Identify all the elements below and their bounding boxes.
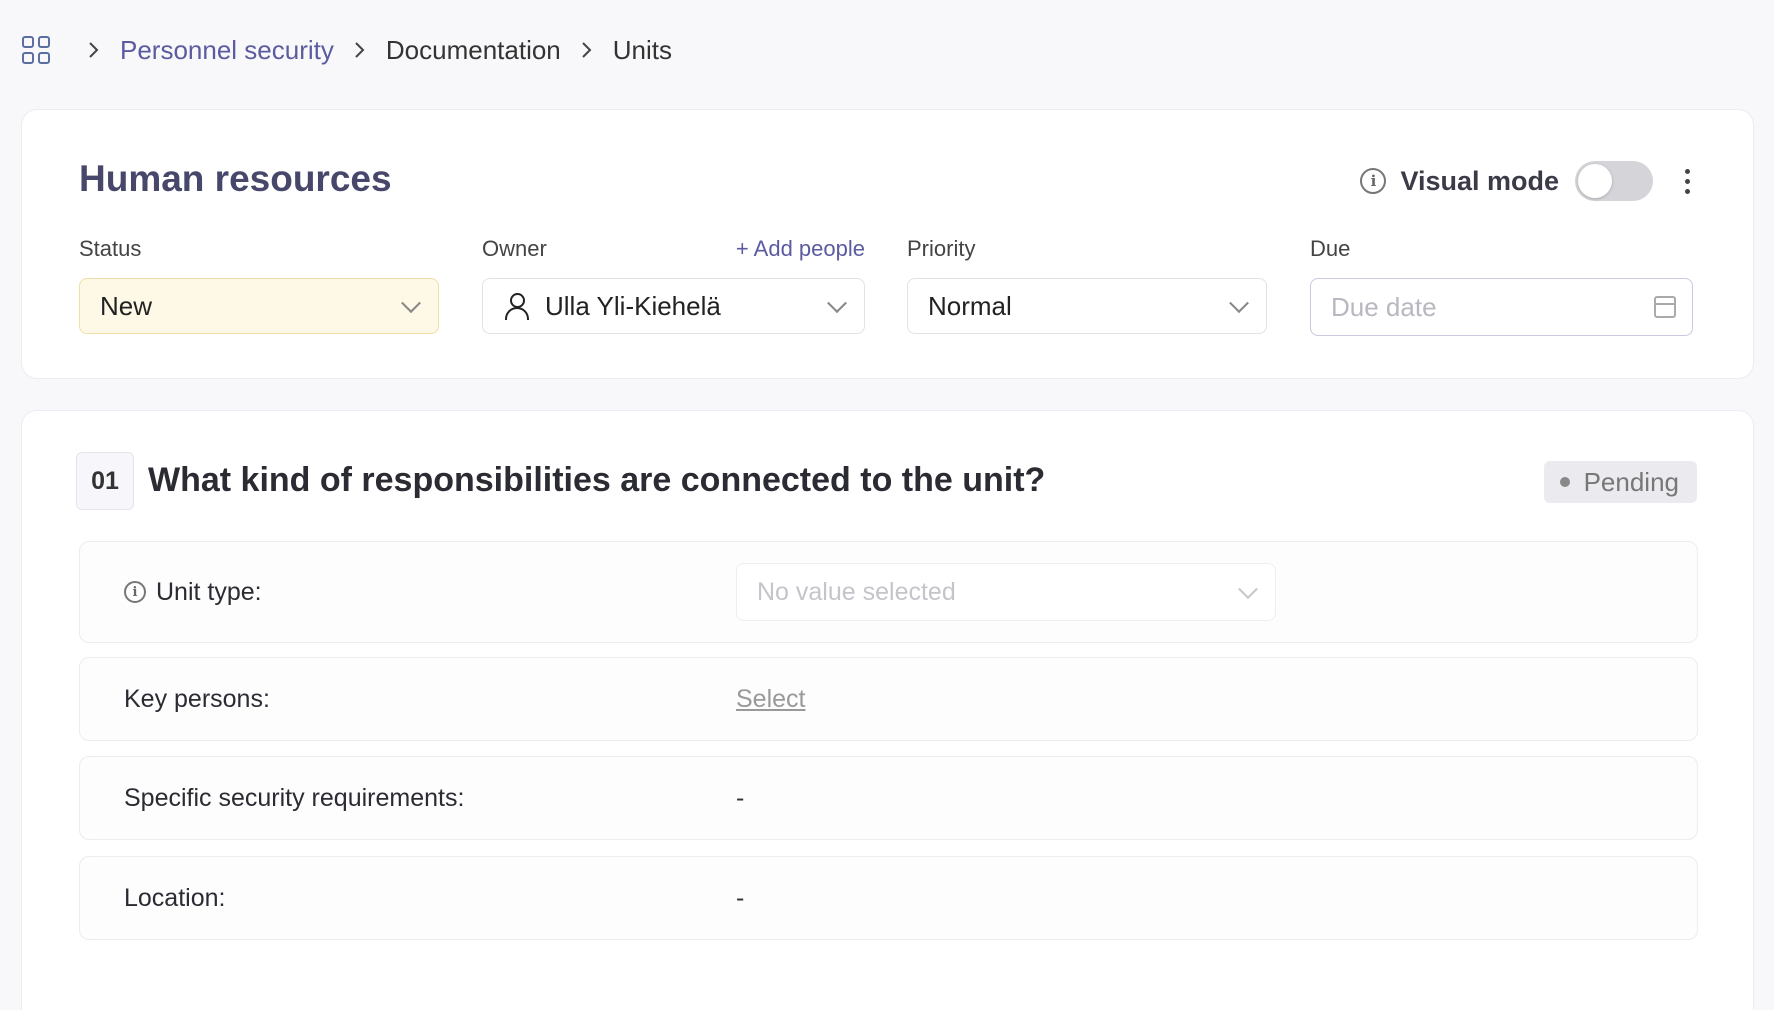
- answer-row-security-requirements: Specific security requirements: -: [79, 756, 1698, 840]
- page-title: Human resources: [79, 158, 392, 199]
- question-title: What kind of responsibilities are connec…: [148, 461, 1046, 499]
- chevron-down-icon: [1229, 293, 1249, 314]
- chevron-right-icon: [581, 41, 593, 59]
- add-people-button[interactable]: + Add people: [736, 236, 865, 266]
- security-requirements-value: -: [736, 783, 745, 812]
- key-persons-select-link[interactable]: Select: [736, 685, 805, 714]
- location-value: -: [736, 883, 745, 912]
- answer-row-key-persons: Key persons: Select: [79, 657, 1698, 741]
- owner-value: Ulla Yli-Kiehelä: [545, 290, 721, 321]
- due-label: Due: [1310, 236, 1351, 261]
- location-label: Location:: [124, 883, 226, 912]
- answer-row-unit-type: i Unit type: No value selected: [79, 541, 1698, 643]
- info-icon[interactable]: i: [124, 581, 146, 603]
- due-date-input[interactable]: Due date: [1310, 278, 1693, 336]
- calendar-icon[interactable]: [1654, 296, 1676, 318]
- owner-field: Owner + Add people Ulla Yli-Kiehelä: [482, 236, 865, 334]
- question-number: 01: [76, 452, 134, 510]
- chevron-down-icon: [401, 293, 421, 314]
- breadcrumb: Personnel security Documentation Units: [22, 30, 672, 70]
- priority-field: Priority Normal: [907, 236, 1267, 334]
- breadcrumb-documentation[interactable]: Documentation: [386, 35, 561, 66]
- status-badge: Pending: [1543, 461, 1697, 503]
- status-dot-icon: [1559, 477, 1570, 487]
- due-date-placeholder: Due date: [1331, 291, 1437, 322]
- chevron-down-icon: [1238, 579, 1258, 600]
- answer-row-location: Location: -: [79, 856, 1698, 940]
- priority-select[interactable]: Normal: [907, 278, 1267, 334]
- header-card: Human resources i Visual mode Status New…: [21, 109, 1754, 379]
- status-field: Status New: [79, 236, 439, 334]
- status-value: New: [100, 290, 153, 321]
- more-options-icon[interactable]: [1681, 168, 1693, 194]
- owner-select[interactable]: Ulla Yli-Kiehelä: [482, 278, 865, 334]
- security-requirements-label: Specific security requirements:: [124, 783, 465, 812]
- unit-type-select[interactable]: No value selected: [736, 563, 1276, 621]
- question-card: 01 What kind of responsibilities are con…: [21, 410, 1754, 1010]
- breadcrumb-personnel-security[interactable]: Personnel security: [120, 35, 334, 66]
- apps-grid-icon[interactable]: [22, 36, 50, 64]
- visual-mode-control: i Visual mode: [1360, 158, 1693, 204]
- person-icon: [503, 292, 531, 320]
- status-label: Status: [79, 236, 142, 261]
- unit-type-label: Unit type:: [156, 577, 262, 606]
- chevron-down-icon: [827, 293, 847, 314]
- info-icon[interactable]: i: [1360, 168, 1387, 194]
- priority-label: Priority: [907, 236, 976, 261]
- breadcrumb-units: Units: [612, 34, 673, 65]
- visual-mode-label: Visual mode: [1400, 165, 1559, 196]
- owner-label: Owner: [482, 236, 547, 261]
- due-field: Due Due date: [1310, 236, 1693, 336]
- key-persons-label: Key persons:: [124, 684, 270, 713]
- status-badge-label: Pending: [1583, 466, 1679, 497]
- priority-value: Normal: [928, 290, 1012, 321]
- visual-mode-toggle[interactable]: [1575, 161, 1653, 201]
- status-select[interactable]: New: [79, 278, 439, 334]
- chevron-right-icon: [354, 41, 366, 59]
- chevron-right-icon: [88, 41, 100, 59]
- unit-type-placeholder: No value selected: [757, 577, 956, 606]
